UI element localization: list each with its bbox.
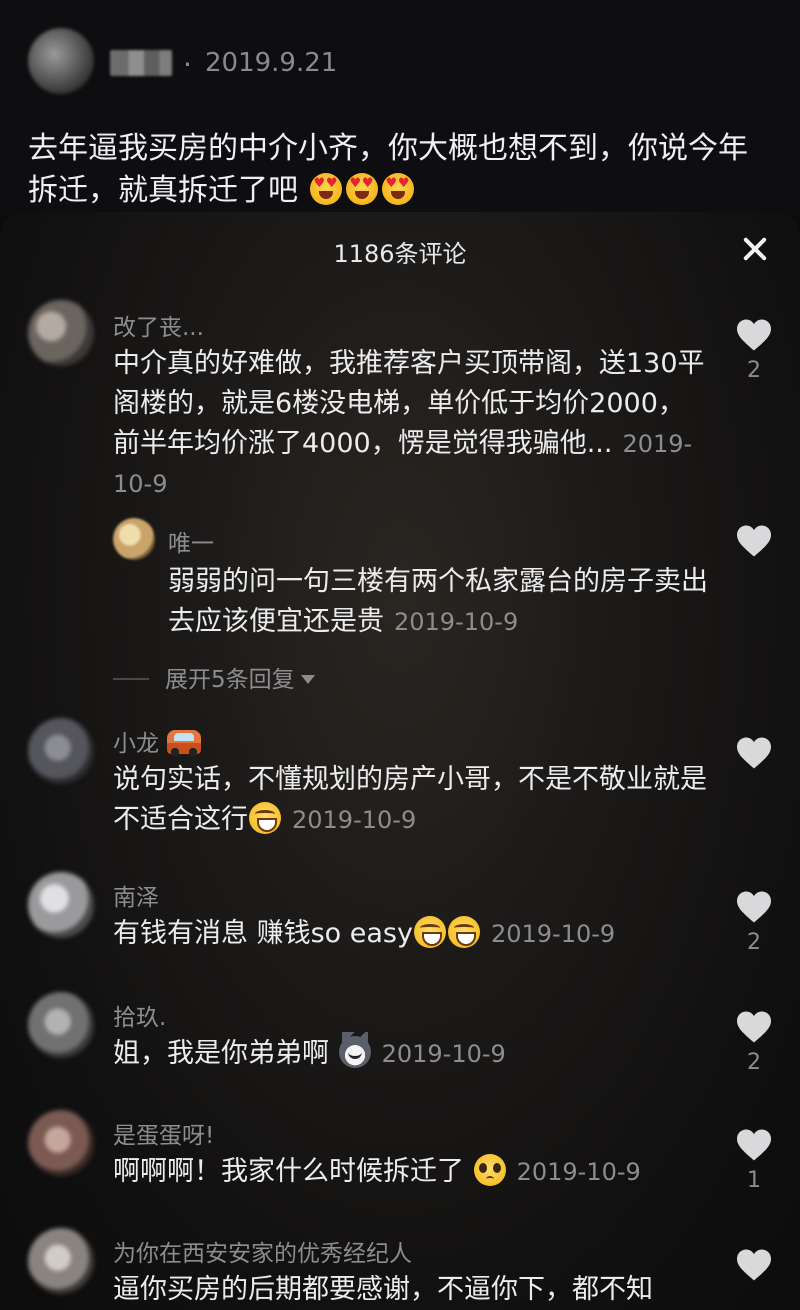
comment-author[interactable]: 为你在西安安家的优秀经纪人 <box>113 1234 412 1268</box>
comments-page: · 2019.9.21 去年逼我买房的中介小齐，你大概也想不到，你说今年拆迁，就… <box>0 0 800 1310</box>
heart-eyes-emoji <box>345 173 378 205</box>
like-count: 1 <box>747 1168 761 1193</box>
like-count: 2 <box>747 358 761 383</box>
heart-icon <box>737 1129 771 1161</box>
post-caption: 去年逼我买房的中介小齐，你大概也想不到，你说今年拆迁，就真拆迁了吧 <box>28 128 768 212</box>
comment-author-text: 小龙 <box>113 731 159 757</box>
comment-body: 说句实话，不懂规划的房产小哥，不是不敬业就是不适合这行 2019-10-9 <box>113 760 708 840</box>
author-name-blurred[interactable] <box>110 50 172 76</box>
like-button[interactable]: 2 <box>734 890 774 955</box>
comment-body: 有钱有消息 赚钱so easy 2019-10-9 <box>113 914 708 954</box>
pleading-emoji <box>473 1154 506 1186</box>
comment-body: 中介真的好难做，我推荐客户买顶带阁，送130平阁楼的，就是6楼没电梯，单价低于均… <box>113 344 708 504</box>
like-count: 2 <box>747 930 761 955</box>
car-emoji <box>167 730 202 756</box>
laughing-emoji <box>447 916 480 948</box>
heart-icon <box>737 891 771 923</box>
heart-icon <box>737 1011 771 1043</box>
like-button[interactable]: 1 <box>734 1128 774 1193</box>
expand-replies-label: 展开5条回复 <box>165 667 295 693</box>
like-button[interactable]: 2 <box>734 1010 774 1075</box>
comment-author[interactable]: 南泽 <box>113 878 159 912</box>
like-button[interactable] <box>734 736 774 770</box>
heart-icon <box>737 737 771 769</box>
comment-text: 逼你买房的后期都要感谢，不逼你下，都不知 <box>113 1274 653 1305</box>
heart-icon <box>737 319 771 351</box>
like-button[interactable] <box>734 524 774 558</box>
author-avatar[interactable] <box>28 28 94 94</box>
like-count: 2 <box>747 1050 761 1075</box>
comment-body: 啊啊啊！我家什么时候拆迁了 2019-10-9 <box>113 1152 708 1192</box>
like-button[interactable]: 2 <box>734 318 774 383</box>
heart-eyes-emoji <box>381 173 414 205</box>
separator-dot: · <box>183 48 192 81</box>
post-date: 2019.9.21 <box>205 48 338 78</box>
avatar[interactable] <box>28 992 94 1058</box>
heart-icon <box>737 1249 771 1281</box>
comment-body: 逼你买房的后期都要感谢，不逼你下，都不知 <box>113 1270 708 1310</box>
comment-author[interactable]: 改了丧... <box>113 308 204 342</box>
post-header: · 2019.9.21 去年逼我买房的中介小齐，你大概也想不到，你说今年拆迁，就… <box>0 0 800 215</box>
comment-author[interactable]: 小龙 <box>113 724 202 758</box>
like-button[interactable] <box>734 1248 774 1282</box>
heart-eyes-emoji <box>309 173 342 205</box>
comments-sheet: 1186条评论 改了丧... 中介真的好难做，我推荐客户买顶带阁，送130平阁楼… <box>0 212 800 1310</box>
comments-count-title: 1186条评论 <box>333 240 467 268</box>
avatar[interactable] <box>28 300 94 366</box>
divider-line <box>113 678 149 680</box>
comment-text: 有钱有消息 赚钱so easy <box>113 918 413 949</box>
comment-date: 2019-10-9 <box>381 1040 506 1068</box>
comment-date: 2019-10-9 <box>516 1158 641 1186</box>
expand-replies-button[interactable]: 展开5条回复 <box>113 660 315 694</box>
reply-date: 2019-10-9 <box>394 608 519 636</box>
comment-text: 啊啊啊！我家什么时候拆迁了 <box>113 1156 464 1187</box>
comment-body: 姐，我是你弟弟啊 2019-10-9 <box>113 1032 708 1074</box>
comment-author[interactable]: 是蛋蛋呀! <box>113 1116 214 1150</box>
avatar[interactable] <box>28 718 94 784</box>
avatar[interactable] <box>28 1228 94 1294</box>
close-icon[interactable] <box>738 232 772 266</box>
comment-text: 中介真的好难做，我推荐客户买顶带阁，送130平阁楼的，就是6楼没电梯，单价低于均… <box>113 348 705 459</box>
avatar[interactable] <box>28 872 94 938</box>
laughing-emoji <box>413 916 446 948</box>
avatar[interactable] <box>28 1110 94 1176</box>
comment-date: 2019-10-9 <box>490 920 616 948</box>
husky-emoji <box>338 1032 371 1068</box>
avatar[interactable] <box>113 518 155 560</box>
reply-author[interactable]: 唯一 <box>168 524 214 558</box>
laughing-emoji <box>249 802 281 834</box>
comment-text: 姐，我是你弟弟啊 <box>113 1038 329 1069</box>
comment-date: 2019-10-9 <box>292 806 417 834</box>
heart-icon <box>737 525 771 557</box>
reply-body: 弱弱的问一句三楼有两个私家露台的房子卖出去应该便宜还是贵 2019-10-9 <box>168 562 708 642</box>
triangle-down-icon <box>300 675 315 684</box>
comment-author[interactable]: 拾玖. <box>113 998 166 1032</box>
